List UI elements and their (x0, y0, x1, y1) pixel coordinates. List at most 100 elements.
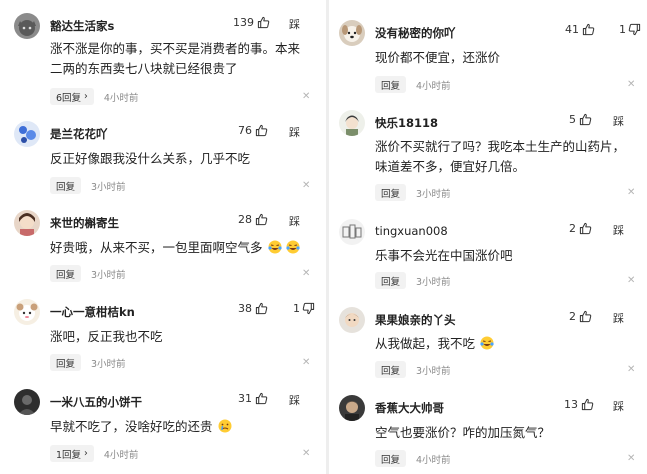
username[interactable]: 一米八五的小饼干 (50, 394, 142, 410)
like-button[interactable]: 76 (238, 124, 268, 137)
username[interactable]: 香蕉大大帅哥 (375, 400, 444, 416)
reply-label: 回复 (381, 276, 401, 288)
timestamp: 3小时前 (91, 269, 126, 281)
girl-avatar[interactable] (14, 210, 40, 236)
comment-meta: 回复 4小时前 (375, 76, 451, 93)
comment-text: 涨价不买就行了吗？我吃本土生产的山药片， 味道差不多，便宜好几倍。 (375, 137, 645, 177)
blue-pattern-avatar[interactable] (14, 121, 40, 147)
dislike-button[interactable]: 1 (293, 302, 315, 315)
dislike-button[interactable]: 踩 (613, 113, 624, 129)
comment-item: 果果娘亲的丫头 2 踩 从我做起，我不吃 回复 3小时前 ✕ (329, 307, 647, 382)
like-button[interactable]: 28 (238, 213, 268, 226)
username[interactable]: 一心一意柑桔kn (50, 304, 135, 320)
like-button[interactable]: 2 (569, 222, 592, 235)
photo-avatar[interactable] (339, 395, 365, 421)
reply-button[interactable]: 回复 (50, 354, 82, 371)
timestamp: 3小时前 (416, 188, 451, 200)
dislike-button[interactable]: 踩 (289, 16, 300, 32)
username[interactable]: 来世的槲寄生 (50, 215, 119, 231)
close-icon[interactable]: ✕ (302, 449, 310, 459)
comment-line: 现价都不便宜，还涨价 (375, 50, 501, 65)
reply-button[interactable]: 回复 (50, 265, 82, 282)
anime-avatar[interactable] (339, 110, 365, 136)
thumbs-down-icon (628, 23, 641, 36)
reply-button[interactable]: 1回复 › (50, 445, 94, 462)
dislike-button[interactable]: 踩 (289, 124, 300, 140)
like-count: 2 (569, 222, 576, 235)
like-button[interactable]: 2 (569, 310, 592, 323)
comment-item: 快乐18118 5 踩 涨价不买就行了吗？我吃本土生产的山药片， 味道差不多，便… (329, 110, 647, 205)
dislike-label: 踩 (289, 215, 300, 228)
dislike-label: 踩 (613, 224, 624, 237)
like-count: 41 (565, 23, 579, 36)
laughing-crying-emoji-icon (480, 336, 494, 350)
reply-button[interactable]: 6回复 › (50, 88, 94, 105)
laughing-crying-emoji-icon (286, 240, 301, 254)
username[interactable]: tingxuan008 (375, 224, 448, 238)
comment-list-left: 豁达生活家s 139 踩 涨不涨是你的事，买不买是消费者的事。本来 二两的东西卖… (0, 0, 326, 474)
close-icon[interactable]: ✕ (627, 454, 635, 464)
thumbs-up-icon (255, 392, 268, 405)
username[interactable]: 豁达生活家s (50, 18, 114, 34)
comment-line: 乐事不会光在中国涨价吧 (375, 248, 513, 263)
like-count: 13 (564, 398, 578, 411)
dislike-label: 踩 (613, 312, 624, 325)
like-count: 38 (238, 302, 252, 315)
reply-button[interactable]: 回复 (375, 184, 407, 201)
thumbs-down-icon (302, 302, 315, 315)
thumbs-up-icon (582, 23, 595, 36)
timestamp: 4小时前 (103, 449, 139, 461)
dog-avatar[interactable] (339, 20, 365, 46)
comment-line: 反正好像跟我没什么关系，几乎不吃 (50, 151, 251, 166)
reply-button[interactable]: 回复 (375, 450, 407, 467)
like-button[interactable]: 139 (233, 16, 270, 29)
sketch-avatar[interactable] (339, 219, 365, 245)
username[interactable]: 快乐18118 (375, 115, 438, 131)
dislike-button[interactable]: 1 (619, 23, 641, 36)
dislike-button[interactable]: 踩 (613, 398, 624, 414)
username[interactable]: 是兰花花吖 (50, 126, 108, 142)
dislike-button[interactable]: 踩 (613, 222, 624, 238)
close-icon[interactable]: ✕ (302, 92, 310, 102)
cartoon-avatar[interactable] (14, 299, 40, 325)
like-button[interactable]: 41 (565, 23, 595, 36)
comment-line: 二两的东西卖七八块就已经很贵了 (50, 61, 238, 76)
close-icon[interactable]: ✕ (302, 358, 310, 368)
username[interactable]: 果果娘亲的丫头 (375, 312, 456, 328)
like-button[interactable]: 5 (569, 113, 592, 126)
comment-item: 一心一意柑桔kn 38 1 涨吧，反正我也不吃 回复 3小时前 ✕ (0, 299, 326, 374)
like-button[interactable]: 13 (564, 398, 594, 411)
reply-label: 1回复 (56, 449, 82, 461)
timestamp: 3小时前 (416, 276, 451, 288)
timestamp: 4小时前 (103, 92, 139, 104)
dark-avatar[interactable] (14, 389, 40, 415)
close-icon[interactable]: ✕ (302, 181, 310, 191)
thumbs-up-icon (579, 310, 592, 323)
comment-line: 涨不涨是你的事，买不买是消费者的事。本来 (50, 41, 301, 56)
child-avatar[interactable] (339, 307, 365, 333)
comment-text: 好贵哦，从来不买，一包里面啊空气多 (50, 238, 320, 258)
dislike-button[interactable]: 踩 (289, 392, 300, 408)
reply-button[interactable]: 回复 (50, 177, 82, 194)
cat-avatar[interactable] (14, 13, 40, 39)
username[interactable]: 没有秘密的你吖 (375, 25, 456, 41)
close-icon[interactable]: ✕ (627, 365, 635, 375)
like-button[interactable]: 38 (238, 302, 268, 315)
like-button[interactable]: 31 (238, 392, 268, 405)
comment-item: tingxuan008 2 踩 乐事不会光在中国涨价吧 回复 3小时前 ✕ (329, 219, 647, 294)
dislike-button[interactable]: 踩 (289, 213, 300, 229)
comment-item: 没有秘密的你吖 41 1 现价都不便宜，还涨价 回复 4小时前 ✕ (329, 20, 647, 95)
close-icon[interactable]: ✕ (627, 80, 635, 90)
timestamp: 4小时前 (416, 454, 451, 466)
close-icon[interactable]: ✕ (627, 276, 635, 286)
comment-meta: 回复 3小时前 (50, 177, 126, 194)
reply-button[interactable]: 回复 (375, 361, 407, 378)
close-icon[interactable]: ✕ (627, 188, 635, 198)
reply-button[interactable]: 回复 (375, 76, 407, 93)
dislike-button[interactable]: 踩 (613, 310, 624, 326)
close-icon[interactable]: ✕ (302, 269, 310, 279)
comment-line: 好贵哦，从来不买，一包里面啊空气多 (50, 240, 263, 255)
comment-meta: 回复 3小时前 (375, 184, 451, 201)
crying-emoji-icon (218, 419, 231, 433)
reply-button[interactable]: 回复 (375, 272, 407, 289)
